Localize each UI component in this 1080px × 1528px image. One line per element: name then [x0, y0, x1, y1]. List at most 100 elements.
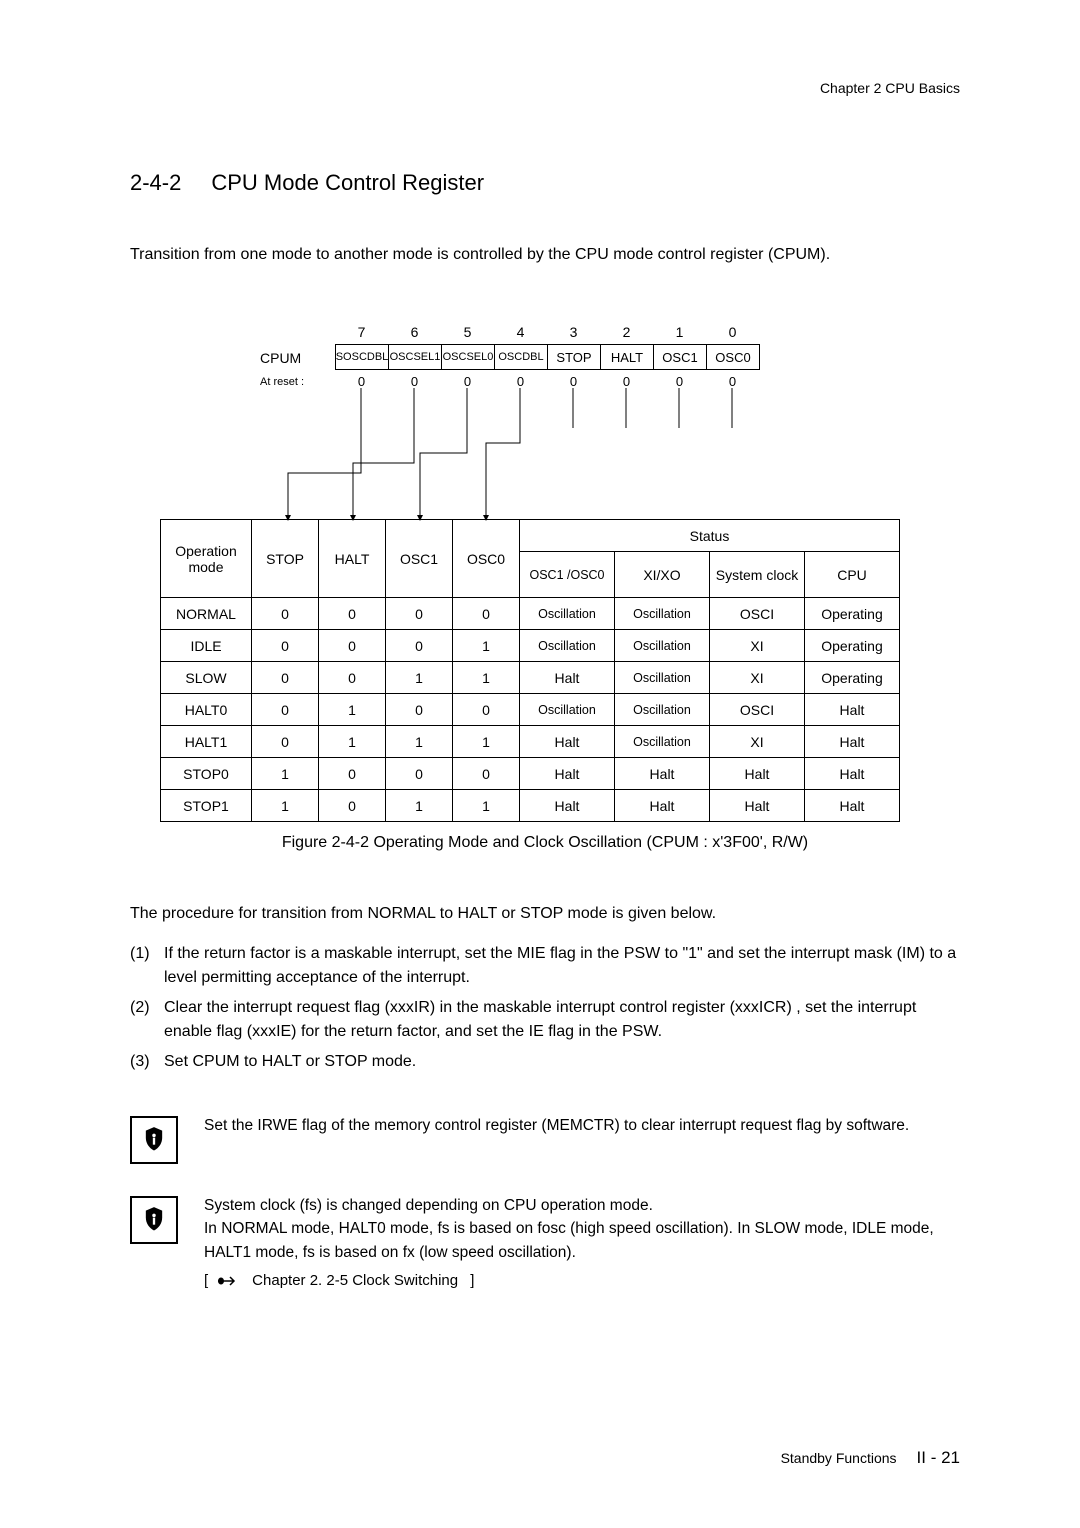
- intro-paragraph: Transition from one mode to another mode…: [130, 246, 960, 264]
- bit-num: 5: [441, 324, 494, 340]
- table-cell: 0: [252, 726, 319, 758]
- pointer-icon: [216, 1274, 244, 1288]
- table-cell: OSCI: [710, 598, 805, 630]
- table-cell: 1: [252, 758, 319, 790]
- table-cell: Halt: [710, 790, 805, 822]
- note-line: System clock (fs) is changed depending o…: [204, 1194, 960, 1217]
- table-cell: Halt: [615, 758, 710, 790]
- list-number: (2): [130, 996, 164, 1044]
- table-row: NORMAL0000OscillationOscillationOSCIOper…: [161, 598, 900, 630]
- table-row: IDLE0001OscillationOscillationXIOperatin…: [161, 630, 900, 662]
- list-text: Clear the interrupt request flag (xxxIR)…: [164, 996, 960, 1044]
- table-cell: 0: [386, 598, 453, 630]
- reg-field: OSC1: [653, 344, 706, 370]
- table-cell: 0: [386, 694, 453, 726]
- table-cell: IDLE: [161, 630, 252, 662]
- table-cell: 1: [386, 790, 453, 822]
- table-cell: 1: [386, 726, 453, 758]
- table-cell: Halt: [805, 726, 900, 758]
- th: OSC1 /OSC0: [520, 552, 615, 598]
- register-label: CPUM: [260, 350, 301, 366]
- reg-field: OSCSEL0: [441, 344, 494, 370]
- table-cell: Halt: [805, 758, 900, 790]
- table-cell: 0: [386, 758, 453, 790]
- bit-num: 0: [706, 324, 759, 340]
- reset-values: 0 0 0 0 0 0 0 0: [335, 374, 759, 389]
- table-cell: 0: [386, 630, 453, 662]
- th-status: Status: [520, 520, 900, 552]
- table-cell: SLOW: [161, 662, 252, 694]
- reset-val: 0: [547, 374, 600, 389]
- table-cell: Halt: [520, 662, 615, 694]
- list-text: Set CPUM to HALT or STOP mode.: [164, 1050, 960, 1074]
- table-cell: 0: [252, 694, 319, 726]
- table-cell: STOP1: [161, 790, 252, 822]
- table-cell: 0: [319, 790, 386, 822]
- bit-num: 2: [600, 324, 653, 340]
- table-cell: Operating: [805, 662, 900, 694]
- table-cell: 0: [319, 598, 386, 630]
- table-cell: Oscillation: [520, 630, 615, 662]
- chapter-header: Chapter 2 CPU Basics: [820, 80, 960, 96]
- table-cell: Oscillation: [615, 598, 710, 630]
- reg-field: HALT: [600, 344, 653, 370]
- table-cell: HALT0: [161, 694, 252, 726]
- list-number: (1): [130, 942, 164, 990]
- table-row: SLOW0011HaltOscillationXIOperating: [161, 662, 900, 694]
- footer-label: Standby Functions: [781, 1450, 897, 1466]
- bracket: [: [204, 1270, 208, 1293]
- reset-val: 0: [494, 374, 547, 389]
- table-cell: 1: [453, 790, 520, 822]
- table-cell: 1: [252, 790, 319, 822]
- table-cell: Oscillation: [615, 630, 710, 662]
- table-cell: 1: [319, 726, 386, 758]
- table-cell: 0: [319, 662, 386, 694]
- bit-num: 4: [494, 324, 547, 340]
- th-op: Operation mode: [161, 520, 252, 598]
- reg-field: OSC0: [706, 344, 760, 370]
- reg-field: SOSCDBL: [335, 344, 388, 370]
- th: CPU: [805, 552, 900, 598]
- th: XI/XO: [615, 552, 710, 598]
- table-cell: XI: [710, 630, 805, 662]
- table-cell: Halt: [520, 726, 615, 758]
- note-block: Set the IRWE flag of the memory control …: [130, 1114, 960, 1164]
- reset-val: 0: [653, 374, 706, 389]
- list-text: If the return factor is a maskable inter…: [164, 942, 960, 990]
- note-icon: [130, 1196, 178, 1244]
- table-cell: 1: [453, 662, 520, 694]
- table-cell: 1: [386, 662, 453, 694]
- table-cell: OSCI: [710, 694, 805, 726]
- bit-num: 7: [335, 324, 388, 340]
- list-item: (2)Clear the interrupt request flag (xxx…: [130, 996, 960, 1044]
- list-item: (3)Set CPUM to HALT or STOP mode.: [130, 1050, 960, 1074]
- table-row: STOP01000HaltHaltHaltHalt: [161, 758, 900, 790]
- table-cell: 0: [319, 630, 386, 662]
- table-cell: Operating: [805, 630, 900, 662]
- note-text: Set the IRWE flag of the memory control …: [204, 1114, 909, 1137]
- table-cell: Halt: [805, 790, 900, 822]
- reset-label: At reset :: [260, 376, 304, 388]
- table-cell: 1: [319, 694, 386, 726]
- table-cell: Oscillation: [615, 662, 710, 694]
- note-block: System clock (fs) is changed depending o…: [130, 1194, 960, 1292]
- table-cell: Halt: [520, 758, 615, 790]
- th: STOP: [252, 520, 319, 598]
- table-row: STOP11011HaltHaltHaltHalt: [161, 790, 900, 822]
- reset-val: 0: [441, 374, 494, 389]
- table-cell: 0: [453, 694, 520, 726]
- reset-val: 0: [706, 374, 759, 389]
- table-cell: 0: [319, 758, 386, 790]
- bit-num: 3: [547, 324, 600, 340]
- section-number: 2-4-2: [130, 170, 181, 196]
- note-icon: [130, 1116, 178, 1164]
- section-title-text: CPU Mode Control Register: [211, 170, 484, 196]
- table-cell: NORMAL: [161, 598, 252, 630]
- bit-number-row: 7 6 5 4 3 2 1 0: [335, 324, 759, 340]
- reg-field: OSCSEL1: [388, 344, 441, 370]
- reset-val: 0: [388, 374, 441, 389]
- table-cell: Operating: [805, 598, 900, 630]
- th: OSC0: [453, 520, 520, 598]
- reference-text: Chapter 2. 2-5 Clock Switching: [252, 1270, 458, 1293]
- cpum-diagram: 7 6 5 4 3 2 1 0 CPUM SOSCDBL OSCSEL1 OSC…: [130, 324, 960, 804]
